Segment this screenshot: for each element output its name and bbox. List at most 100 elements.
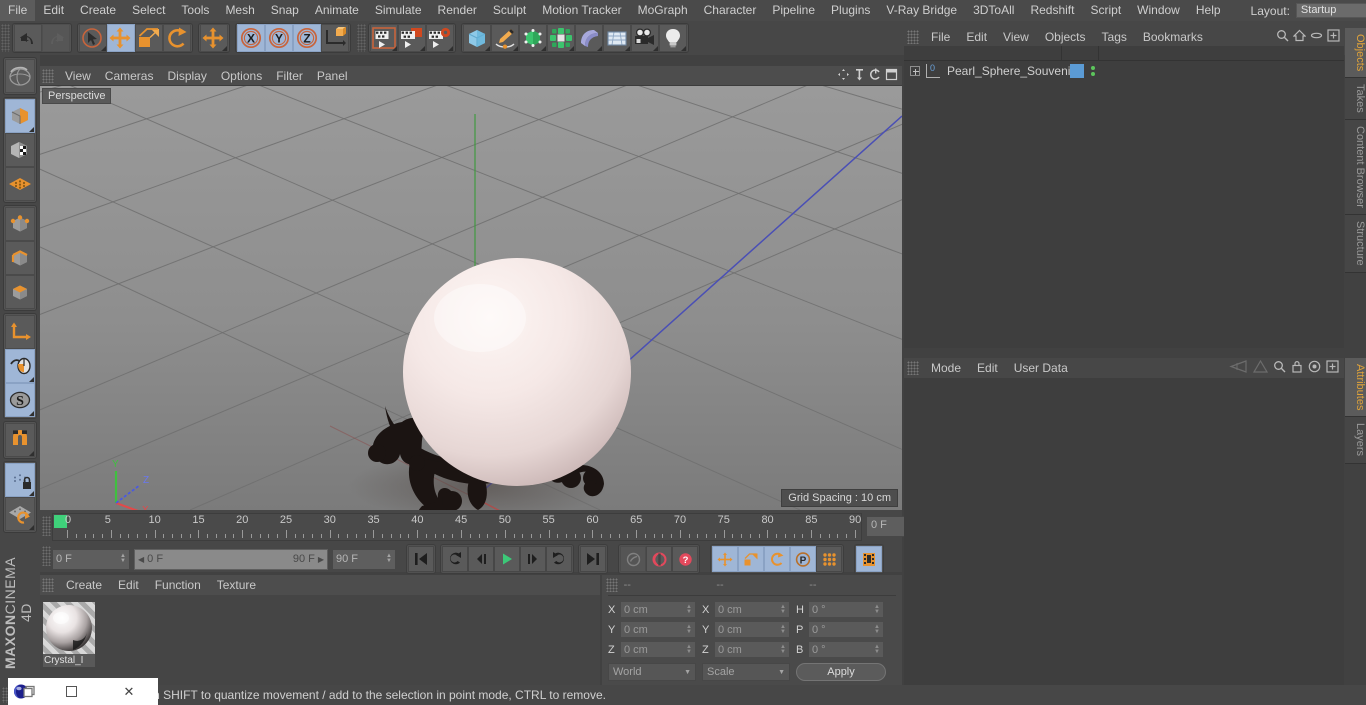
vertical-tab-takes[interactable]: Takes xyxy=(1345,78,1366,121)
viewport-menu-panel[interactable]: Panel xyxy=(310,66,355,86)
menu-item-redshift[interactable]: Redshift xyxy=(1022,0,1082,21)
vertical-tab-content-browser[interactable]: Content Browser xyxy=(1345,120,1366,215)
menu-item-snap[interactable]: Snap xyxy=(263,0,307,21)
coord-size-input[interactable]: 0 cm ▲ ▼ xyxy=(714,621,790,638)
points-mode-icon[interactable] xyxy=(5,207,35,241)
soft-selection-icon[interactable]: S xyxy=(5,383,35,417)
viewport-menu-view[interactable]: View xyxy=(58,66,98,86)
coordinate-mode-select[interactable]: Scale ▼ xyxy=(702,663,790,681)
menu-item-3dtoall[interactable]: 3DToAll xyxy=(965,0,1022,21)
vertical-tab-layers[interactable]: Layers xyxy=(1345,417,1366,464)
edges-mode-icon[interactable] xyxy=(5,241,35,275)
coord-rot-input[interactable]: 0 ° ▲ ▼ xyxy=(808,621,884,638)
spinner-icon[interactable]: ▲▼ xyxy=(780,624,786,635)
material-item[interactable]: Crystal_I xyxy=(43,602,95,668)
spinner-icon[interactable]: ▲▼ xyxy=(874,604,880,615)
environment-icon[interactable] xyxy=(603,24,631,52)
maximize-window-button[interactable] xyxy=(42,678,100,705)
panel-grip-icon[interactable] xyxy=(907,361,919,375)
home-icon[interactable] xyxy=(1292,29,1307,45)
undo-view-icon[interactable] xyxy=(5,59,35,93)
menu-item-mesh[interactable]: Mesh xyxy=(217,0,262,21)
search-icon[interactable] xyxy=(1273,360,1286,376)
menu-item-v-ray-bridge[interactable]: V-Ray Bridge xyxy=(878,0,965,21)
coord-pos-input[interactable]: 0 cm ▲ ▼ xyxy=(620,601,696,618)
next-keyframe-button[interactable] xyxy=(546,546,572,572)
panel-grip-icon[interactable] xyxy=(606,578,618,592)
close-window-button[interactable]: ✕ xyxy=(100,678,158,705)
menu-item-select[interactable]: Select xyxy=(124,0,173,21)
live-selection-icon[interactable] xyxy=(79,24,107,52)
camera-icon[interactable] xyxy=(631,24,659,52)
position-key-button[interactable] xyxy=(712,546,738,572)
menu-item-file[interactable]: File xyxy=(0,0,36,21)
mode-left-icon[interactable] xyxy=(1228,360,1248,376)
coord-pos-input[interactable]: 0 cm ▲ ▼ xyxy=(620,641,696,658)
panel-grip-icon[interactable] xyxy=(42,578,54,592)
menu-item-simulate[interactable]: Simulate xyxy=(367,0,430,21)
material-menu-texture[interactable]: Texture xyxy=(209,575,264,595)
object-menu-edit[interactable]: Edit xyxy=(958,28,995,46)
menu-item-help[interactable]: Help xyxy=(1188,0,1229,21)
axis-modify-icon[interactable] xyxy=(5,315,35,349)
spinner-icon[interactable]: ▲▼ xyxy=(686,644,692,655)
dope-sheet-button[interactable] xyxy=(856,546,882,572)
apply-button[interactable]: Apply xyxy=(796,663,886,681)
object-tree[interactable]: 0 Pearl_Sphere_Souvenir xyxy=(904,46,1344,348)
menu-item-plugins[interactable]: Plugins xyxy=(823,0,878,21)
viewport-3d-canvas[interactable]: Perspective Grid Spacing : 10 cm Y X Z xyxy=(40,86,902,510)
scale-view-icon[interactable] xyxy=(853,68,866,84)
menu-item-render[interactable]: Render xyxy=(430,0,485,21)
menu-item-create[interactable]: Create xyxy=(72,0,124,21)
coord-rot-input[interactable]: 0 ° ▲ ▼ xyxy=(808,601,884,618)
workplane-mode-icon[interactable] xyxy=(5,167,35,201)
timeline-ruler[interactable]: 0 5 10 15 20 25 30 35 40 45 50 55 60 65 70 75 80 85 90 xyxy=(52,513,862,541)
search-icon[interactable] xyxy=(1276,29,1289,45)
move-icon[interactable] xyxy=(200,24,228,52)
move-icon[interactable] xyxy=(107,24,135,52)
y-axis-icon[interactable]: Y xyxy=(265,24,293,52)
timeline-row2-grip-icon[interactable] xyxy=(42,546,51,566)
step-forward-button[interactable] xyxy=(520,546,546,572)
undo-icon[interactable] xyxy=(14,24,42,52)
render-view-icon[interactable] xyxy=(370,24,398,52)
menu-item-character[interactable]: Character xyxy=(696,0,765,21)
redo-icon[interactable] xyxy=(42,24,70,52)
go-to-end-button[interactable] xyxy=(580,546,606,572)
scale-key-button[interactable] xyxy=(738,546,764,572)
menu-item-motion-tracker[interactable]: Motion Tracker xyxy=(534,0,629,21)
material-menu-create[interactable]: Create xyxy=(58,575,110,595)
render-to-picture-viewer-icon[interactable] xyxy=(398,24,426,52)
go-to-start-button[interactable] xyxy=(408,546,434,572)
x-axis-icon[interactable]: X xyxy=(237,24,265,52)
coord-rot-input[interactable]: 0 ° ▲ ▼ xyxy=(808,641,884,658)
z-axis-icon[interactable]: Z xyxy=(293,24,321,52)
menu-item-window[interactable]: Window xyxy=(1129,0,1188,21)
spinner-icon[interactable]: ▲▼ xyxy=(780,604,786,615)
vertical-tab-structure[interactable]: Structure xyxy=(1345,214,1366,273)
object-tree-row[interactable]: 0 Pearl_Sphere_Souvenir xyxy=(904,61,1344,80)
move-view-icon[interactable] xyxy=(837,68,850,84)
target-icon[interactable] xyxy=(1308,360,1321,376)
parameter-key-button[interactable] xyxy=(816,546,842,572)
viewport-menu-filter[interactable]: Filter xyxy=(269,66,310,86)
attribute-menu-edit[interactable]: Edit xyxy=(969,358,1006,378)
menu-item-edit[interactable]: Edit xyxy=(35,0,72,21)
attribute-menu-user-data[interactable]: User Data xyxy=(1006,358,1076,378)
cinema4d-app-icon[interactable] xyxy=(8,683,42,700)
start-frame-field[interactable]: 0 F ▲ ▼ xyxy=(52,548,130,570)
layer-icon[interactable]: 0 xyxy=(926,63,940,78)
ellipse-icon[interactable] xyxy=(1310,29,1323,45)
material-menu-function[interactable]: Function xyxy=(147,575,209,595)
step-back-button[interactable] xyxy=(468,546,494,572)
object-visibility-dots[interactable] xyxy=(1091,65,1095,76)
timeline-grip-icon[interactable] xyxy=(42,516,51,536)
object-menu-objects[interactable]: Objects xyxy=(1037,28,1094,46)
menu-item-pipeline[interactable]: Pipeline xyxy=(764,0,823,21)
attribute-content-area[interactable] xyxy=(904,378,1344,705)
object-menu-view[interactable]: View xyxy=(995,28,1037,46)
pla-key-button[interactable]: P xyxy=(790,546,816,572)
vertical-tab-objects[interactable]: Objects xyxy=(1345,28,1366,79)
panel-grip-icon[interactable] xyxy=(907,30,919,44)
object-menu-bookmarks[interactable]: Bookmarks xyxy=(1135,28,1211,46)
